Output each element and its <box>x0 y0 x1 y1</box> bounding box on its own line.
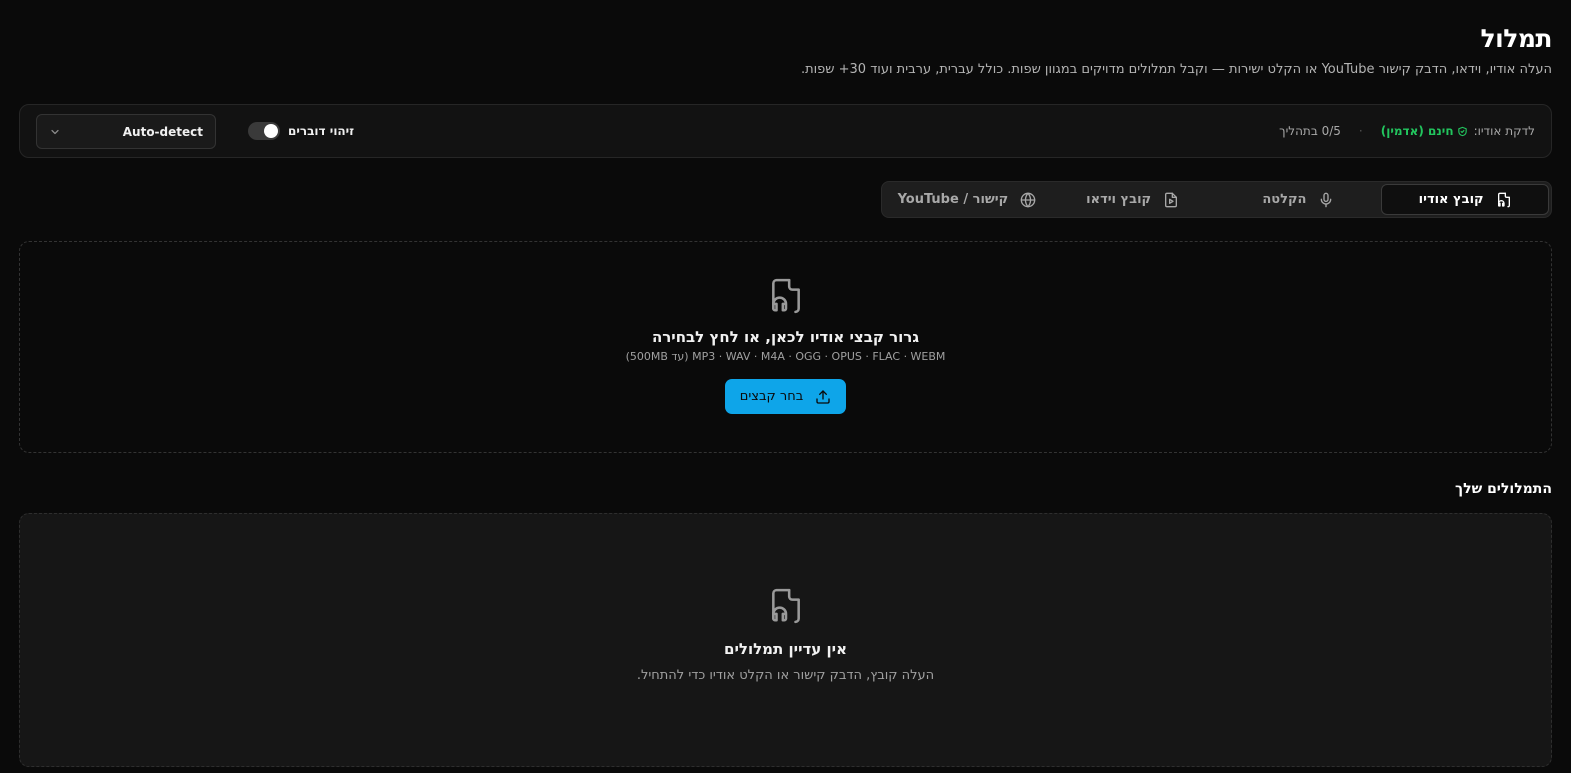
audio-file-icon <box>771 278 800 314</box>
mic-icon <box>1321 192 1332 207</box>
speaker-detection-toggle[interactable] <box>248 122 280 140</box>
transcripts-section-title: התמלולים שלך <box>1455 481 1552 497</box>
empty-state-text: העלה קובץ, הדבק קישור או הקלט אודיו כדי … <box>636 668 935 683</box>
tab-audio-file[interactable]: קובץ אודיו <box>1381 184 1549 215</box>
audio-file-icon <box>771 588 800 624</box>
language-select-value: Auto-detect <box>122 124 203 139</box>
quota-progress: 0/5 בתהליך <box>1279 124 1341 138</box>
transcripts-empty-state: אין עדיין תמלולים העלה קובץ, הדבק קישור … <box>19 513 1552 767</box>
speaker-detection-label: זיהוי דוברים <box>288 124 355 138</box>
tab-video-file-label: קובץ וידאו <box>1086 192 1152 207</box>
choose-files-button[interactable]: בחר קבצים <box>725 379 846 414</box>
quota-label: לדקת אודיו: <box>1473 124 1535 138</box>
tab-recording[interactable]: הקלטה <box>1216 184 1382 215</box>
choose-files-label: בחר קבצים <box>739 389 804 404</box>
shield-check-icon <box>1457 126 1467 136</box>
tab-video-file[interactable]: קובץ וידאו <box>1050 184 1216 215</box>
tab-link-youtube-label: קישור / YouTube <box>897 192 1009 207</box>
quota-info: לדקת אודיו: חינם (אדמין) · 0/5 בתהליך <box>1279 105 1535 157</box>
transcription-page: תמלול העלה אודיו, וידאו, הדבק קישור YouT… <box>0 0 1571 773</box>
free-badge: חינם (אדמין) <box>1381 124 1468 138</box>
globe-icon <box>1020 192 1036 207</box>
page-title: תמלול <box>1480 24 1553 53</box>
language-select[interactable]: Auto-detect <box>36 114 216 149</box>
video-file-icon <box>1165 192 1178 207</box>
chevron-down-icon <box>51 129 59 134</box>
settings-bar: לדקת אודיו: חינם (אדמין) · 0/5 בתהליך זי… <box>19 104 1552 158</box>
audio-file-icon <box>1497 192 1510 207</box>
dropzone-title: גרור קבצי אודיו לכאן, או לחץ לבחירה <box>651 328 920 346</box>
input-tabs: קובץ אודיו הקלטה קובץ וידאו קישור / YouT… <box>881 181 1552 218</box>
file-dropzone[interactable]: גרור קבצי אודיו לכאן, או לחץ לבחירה MP3 … <box>19 241 1552 453</box>
tab-audio-file-label: קובץ אודיו <box>1418 192 1484 207</box>
upload-icon <box>816 389 830 404</box>
free-badge-label: חינם (אדמין) <box>1380 124 1454 138</box>
tab-link-youtube[interactable]: קישור / YouTube <box>884 184 1050 215</box>
page-subtitle: העלה אודיו, וידאו, הדבק קישור YouTube או… <box>800 62 1552 77</box>
empty-state-title: אין עדיין תמלולים <box>724 640 847 658</box>
toggle-knob <box>264 124 278 138</box>
speaker-detection: זיהוי דוברים <box>248 105 354 157</box>
dropzone-formats: MP3 · WAV · M4A · OGG · OPUS · FLAC · WE… <box>625 350 946 363</box>
tab-recording-label: הקלטה <box>1262 192 1307 207</box>
quota-separator: · <box>1358 124 1363 138</box>
